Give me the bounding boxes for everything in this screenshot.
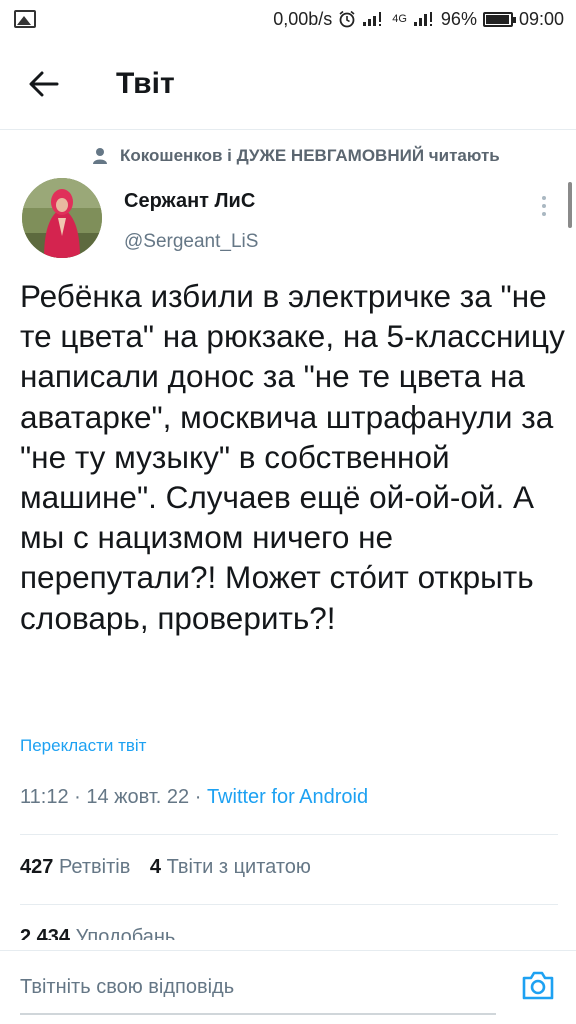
social-context[interactable]: Кокошенков і ДУЖЕ НЕВГАМОВНИЙ читають bbox=[92, 146, 500, 166]
retweets-stat[interactable]: 427 Ретвітів bbox=[20, 856, 130, 878]
meta-separator: · bbox=[189, 786, 207, 808]
author-name[interactable]: Сержант ЛиС bbox=[124, 190, 255, 213]
page-title: Твіт bbox=[116, 66, 175, 100]
quotes-stat[interactable]: 4 Твіти з цитатою bbox=[150, 856, 311, 878]
divider bbox=[20, 834, 558, 835]
divider bbox=[20, 904, 558, 905]
tweet-stats: 427 Ретвітів 4 Твіти з цитатою bbox=[20, 856, 325, 879]
more-dot bbox=[542, 204, 546, 208]
more-dot bbox=[542, 212, 546, 216]
more-dot bbox=[542, 196, 546, 200]
arrow-left-icon bbox=[29, 71, 59, 96]
tweet-meta: 11:12 · 14 жовт. 22 · Twitter for Androi… bbox=[20, 786, 368, 809]
image-notification-icon bbox=[14, 10, 36, 28]
battery-percent: 96% bbox=[440, 8, 477, 29]
clock: 09:00 bbox=[518, 8, 564, 29]
app-bar: Твіт bbox=[0, 38, 576, 130]
tweet-text: Ребёнка избили в электричке за "не те цв… bbox=[20, 278, 565, 636]
retweets-label: Ретвітів bbox=[58, 856, 131, 878]
quotes-count: 4 bbox=[149, 856, 162, 878]
signal-icon-2 bbox=[413, 12, 432, 26]
more-options-button[interactable] bbox=[530, 186, 558, 226]
likes-stat[interactable]: 2 434 Уподобань bbox=[20, 926, 175, 940]
reply-composer bbox=[0, 950, 576, 1024]
person-icon bbox=[93, 148, 107, 164]
net-speed: 0,00b/s bbox=[273, 8, 333, 29]
network-type: 4G bbox=[392, 13, 407, 25]
battery-icon bbox=[482, 11, 516, 27]
translate-tweet-link[interactable]: Перекласти твіт bbox=[20, 736, 146, 756]
tweet-date: 14 жовт. 22 bbox=[86, 786, 190, 808]
camera-icon bbox=[522, 971, 554, 1000]
reply-input-underline bbox=[20, 1013, 496, 1015]
status-bar: 0,00b/s 4G 96% 09:00 bbox=[0, 0, 576, 38]
tweet-source-link[interactable]: Twitter for Android bbox=[207, 786, 368, 808]
back-button[interactable] bbox=[14, 54, 74, 114]
likes-count: 2 434 bbox=[20, 926, 71, 940]
retweets-count: 427 bbox=[20, 856, 54, 878]
avatar[interactable] bbox=[22, 178, 102, 258]
camera-button[interactable] bbox=[520, 967, 556, 1003]
alarm-icon bbox=[339, 10, 355, 28]
tweet-time: 11:12 bbox=[20, 786, 69, 808]
avatar-image bbox=[22, 178, 102, 258]
signal-icon bbox=[363, 12, 382, 26]
author-handle[interactable]: @Sergeant_LiS bbox=[124, 231, 258, 253]
quotes-label: Твіти з цитатою bbox=[166, 856, 311, 878]
scrollbar[interactable] bbox=[568, 182, 572, 228]
likes-label: Уподобань bbox=[75, 926, 176, 940]
meta-separator: · bbox=[68, 786, 87, 808]
reply-input[interactable] bbox=[20, 971, 490, 1003]
social-context-text: Кокошенков і ДУЖЕ НЕВГАМОВНИЙ читають bbox=[120, 146, 500, 165]
